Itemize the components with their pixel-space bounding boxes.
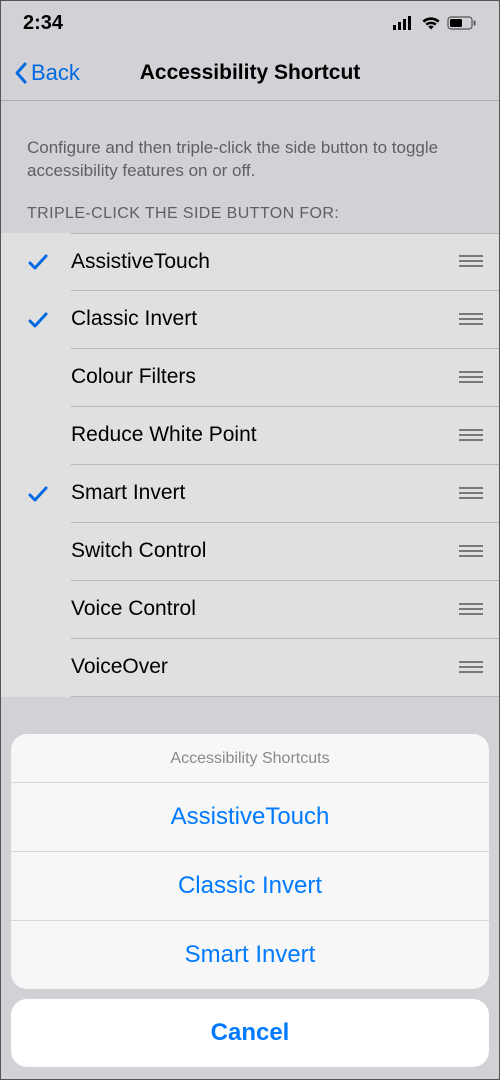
feature-label: Classic Invert: [71, 307, 443, 331]
drag-handle-icon[interactable]: [443, 370, 499, 385]
status-indicators: [393, 16, 477, 30]
feature-label: AssistiveTouch: [71, 250, 443, 274]
drag-handle-icon[interactable]: [443, 312, 499, 327]
feature-row[interactable]: Colour Filters: [1, 349, 499, 407]
feature-row[interactable]: AssistiveTouch: [1, 233, 499, 291]
feature-label: Smart Invert: [71, 481, 443, 505]
action-sheet: Accessibility Shortcuts AssistiveTouch C…: [11, 734, 489, 1067]
drag-handle-icon[interactable]: [443, 486, 499, 501]
feature-row[interactable]: Smart Invert: [1, 465, 499, 523]
feature-row[interactable]: Switch Control: [1, 523, 499, 581]
feature-row[interactable]: Reduce White Point: [1, 407, 499, 465]
battery-icon: [447, 16, 477, 30]
cellular-icon: [393, 16, 415, 30]
action-sheet-title: Accessibility Shortcuts: [11, 734, 489, 783]
checkmark-icon: [27, 483, 71, 505]
feature-row[interactable]: VoiceOver: [1, 639, 499, 697]
back-label: Back: [31, 60, 80, 86]
chevron-left-icon: [13, 61, 29, 85]
sheet-item-0[interactable]: AssistiveTouch: [11, 783, 489, 852]
feature-label: Voice Control: [71, 597, 443, 621]
sheet-item-1[interactable]: Classic Invert: [11, 852, 489, 921]
back-button[interactable]: Back: [13, 60, 80, 86]
description-text: Configure and then triple-click the side…: [1, 101, 499, 205]
feature-list: AssistiveTouch Classic Invert Colour Filte…: [1, 233, 499, 697]
feature-label: VoiceOver: [71, 655, 443, 679]
checkmark-icon: [27, 309, 71, 331]
sheet-item-2[interactable]: Smart Invert: [11, 921, 489, 989]
feature-label: Reduce White Point: [71, 423, 443, 447]
drag-handle-icon[interactable]: [443, 544, 499, 559]
section-header: TRIPLE-CLICK THE SIDE BUTTON FOR:: [1, 205, 499, 233]
nav-bar: Back Accessibility Shortcut: [1, 45, 499, 101]
feature-label: Switch Control: [71, 539, 443, 563]
feature-row[interactable]: Voice Control: [1, 581, 499, 639]
drag-handle-icon[interactable]: [443, 660, 499, 675]
status-bar: 2:34: [1, 1, 499, 45]
action-sheet-group: Accessibility Shortcuts AssistiveTouch C…: [11, 734, 489, 989]
feature-label: Colour Filters: [71, 365, 443, 389]
cancel-button[interactable]: Cancel: [11, 999, 489, 1067]
checkmark-icon: [27, 251, 71, 273]
page-title: Accessibility Shortcut: [140, 61, 361, 85]
drag-handle-icon[interactable]: [443, 428, 499, 443]
drag-handle-icon[interactable]: [443, 602, 499, 617]
wifi-icon: [421, 16, 441, 30]
content: Configure and then triple-click the side…: [1, 101, 499, 697]
action-sheet-cancel-group: Cancel: [11, 999, 489, 1067]
feature-row[interactable]: Classic Invert: [1, 291, 499, 349]
status-time: 2:34: [23, 12, 63, 35]
drag-handle-icon[interactable]: [443, 254, 499, 269]
